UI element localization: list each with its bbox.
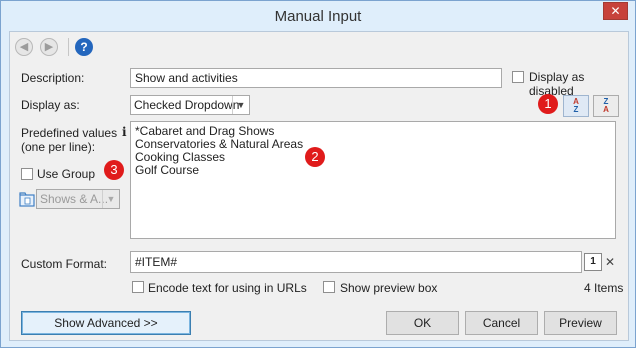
description-input[interactable]: Show and activities — [130, 68, 502, 88]
display-as-disabled-checkbox[interactable] — [512, 71, 524, 83]
custom-format-input[interactable]: #ITEM# — [130, 251, 582, 273]
group-folder-icon[interactable] — [19, 191, 35, 207]
title-bar[interactable]: Manual Input ✕ — [1, 1, 635, 31]
forward-button[interactable]: ▶ — [40, 38, 58, 56]
help-button[interactable]: ? — [75, 38, 93, 56]
group-select-value: Shows & A... — [40, 192, 109, 206]
predefined-value-line: Golf Course — [135, 163, 200, 177]
callout-badge-1: 1 — [538, 94, 558, 114]
encode-url-label: Encode text for using in URLs — [148, 281, 307, 295]
chevron-down-icon: ▼ — [232, 96, 249, 114]
help-icon: ? — [80, 40, 88, 54]
sort-ascending-button[interactable]: A Z — [563, 95, 589, 117]
callout-badge-2: 2 — [305, 147, 325, 167]
sort-za-bottom: A — [603, 105, 609, 114]
show-preview-box-checkbox[interactable] — [323, 281, 335, 293]
manual-input-dialog: Manual Input ✕ ◀ ▶ ? Description: Show a… — [0, 0, 636, 348]
encode-url-checkbox[interactable] — [132, 281, 144, 293]
chevron-down-icon: ▼ — [102, 190, 119, 208]
predefined-values-label: Predefined values — [21, 126, 118, 140]
callout-badge-3: 3 — [104, 160, 124, 180]
group-select[interactable]: Shows & A... ▼ — [36, 189, 120, 209]
arrow-left-icon: ◀ — [19, 41, 29, 53]
ok-button[interactable]: OK — [386, 311, 459, 335]
window-title: Manual Input — [274, 8, 362, 25]
item-count: 4 Items — [584, 281, 624, 295]
arrow-right-icon: ▶ — [44, 41, 54, 53]
sort-descending-button[interactable]: Z A — [593, 95, 619, 117]
dialog-body: ◀ ▶ ? Description: Show and activities D… — [9, 31, 629, 341]
sort-za-icon: Z A — [594, 96, 618, 114]
cancel-button[interactable]: Cancel — [465, 311, 538, 335]
predefined-value-line: Cooking Classes — [135, 150, 226, 164]
insert-field-button[interactable]: 1 — [584, 253, 602, 271]
custom-format-label: Custom Format: — [21, 257, 108, 271]
use-group-checkbox[interactable] — [21, 168, 33, 180]
sort-az-icon: A Z — [564, 96, 588, 114]
preview-button[interactable]: Preview — [544, 311, 617, 335]
display-as-select[interactable]: Checked Dropdown ▼ — [130, 95, 250, 115]
toolbar-separator — [68, 38, 69, 56]
show-preview-box-label: Show preview box — [340, 281, 438, 295]
display-as-value: Checked Dropdown — [134, 98, 240, 112]
display-as-label: Display as: — [21, 98, 80, 112]
predefined-values-textarea[interactable]: *Cabaret and Drag Shows Conservatories &… — [130, 121, 616, 239]
use-group-label: Use Group — [37, 167, 96, 181]
back-button[interactable]: ◀ — [15, 38, 33, 56]
description-label: Description: — [21, 71, 85, 85]
sort-az-bottom: Z — [573, 105, 579, 114]
predefined-values-sublabel: (one per line): — [21, 140, 96, 154]
clear-format-icon[interactable]: ✕ — [605, 255, 615, 269]
show-advanced-button[interactable]: Show Advanced >> — [21, 311, 191, 335]
info-icon: i — [122, 125, 127, 139]
close-button[interactable]: ✕ — [603, 2, 628, 20]
